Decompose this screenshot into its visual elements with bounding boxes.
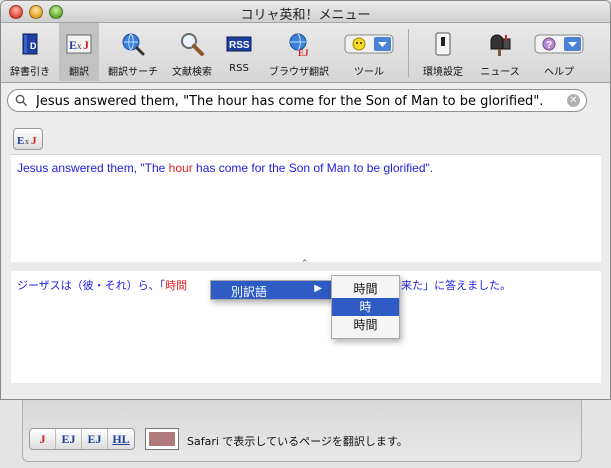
search-icon[interactable] [15,94,28,107]
svg-text:J: J [31,135,37,147]
submenu-item[interactable]: 時間 [332,316,399,334]
search-input[interactable] [36,92,556,110]
window-title: コリャ英和！メニュー [240,8,371,23]
toolbar-rss-button[interactable]: RSS RSS [219,23,259,81]
source-text-pane[interactable]: Jesus answered them, "The hour has come … [11,154,601,262]
svg-text:x: x [77,41,82,51]
translation-panel: E x J Jesus answered them, "The hour has… [9,124,602,392]
svg-text:E: E [69,38,77,52]
toolbar-separator [408,29,409,77]
toolbar-tools-button[interactable]: ツール [339,23,399,81]
svg-text:J: J [83,38,89,52]
pane-splitter[interactable]: ⌃ [11,259,601,271]
svg-text:E: E [17,135,24,147]
help-popup-icon: ? [534,34,584,54]
rss-icon: RSS [226,36,252,52]
search-field[interactable]: ✕ [7,89,587,112]
context-menu: 別訳語 ▶ [210,280,333,300]
context-menu-item-alternative[interactable]: 別訳語 ▶ [211,281,332,299]
globe-search-icon [122,33,145,56]
translation-highlight-word[interactable]: 時間 [165,279,187,292]
alternative-submenu: 時間 時 時間 [331,275,400,339]
smiley-popup-icon [344,34,394,54]
submenu-arrow-icon: ▶ [314,283,322,294]
bottom-area: J EJ EJ HL Safari で表示しているページを翻訳します。 [0,400,611,468]
svg-text:EJ: EJ [298,48,309,57]
submenu-item[interactable]: 時間 [332,280,399,298]
title-bar[interactable]: コリャ英和！メニュー [1,1,610,23]
ej-translate-icon: E x J [17,135,37,147]
clear-search-icon[interactable]: ✕ [567,94,580,107]
toolbar-news-button[interactable]: ニュース [473,23,527,81]
ej-translate-button[interactable]: E x J [13,128,43,150]
color-swatch[interactable] [145,428,179,450]
mode-segmented-control[interactable]: J EJ EJ HL [29,428,135,450]
source-highlight-word[interactable]: hour [169,161,193,175]
browser-translate-drawer: J EJ EJ HL Safari で表示しているページを翻訳します。 [22,400,582,462]
mailbox-icon [490,34,511,56]
toolbar: D 辞書引き E x J 翻訳 翻訳サーチ 文献検索 RSS RSS EJ ブラ… [1,23,610,83]
mode-ej-button[interactable]: EJ [56,429,82,449]
color-swatch-fill [149,432,175,446]
svg-text:RSS: RSS [229,40,250,51]
mode-j-button[interactable]: J [30,429,56,449]
toolbar-preferences-button[interactable]: 環境設定 [415,23,471,81]
mode-hl-button[interactable]: HL [108,429,134,449]
main-window: コリャ英和！メニュー D 辞書引き E x J 翻訳 翻訳サーチ 文献検索 RS… [0,0,611,400]
magnifier-icon [181,33,204,56]
status-text: Safari で表示しているページを翻訳します。 [187,435,408,448]
source-text[interactable]: Jesus answered them, "The hour has come … [17,161,433,175]
toolbar-help-button[interactable]: ? ヘルプ [529,23,589,81]
switch-icon [435,32,451,56]
svg-text:x: x [25,137,29,146]
toolbar-literature-search-button[interactable]: 文献検索 [167,23,217,81]
svg-text:D: D [30,41,37,51]
toolbar-translate-button[interactable]: E x J 翻訳 [59,23,99,81]
browser-translate-icon: EJ [289,33,309,57]
mode-ej-alt-button[interactable]: EJ [82,429,108,449]
dictionary-book-icon: D [22,33,38,55]
toolbar-dictionary-button[interactable]: D 辞書引き [3,23,57,81]
toolbar-translate-search-button[interactable]: 翻訳サーチ [101,23,165,81]
splitter-handle-icon[interactable]: ⌃ [301,259,309,269]
svg-text:?: ? [546,40,552,51]
toolbar-browser-translate-button[interactable]: EJ ブラウザ翻訳 [261,23,337,81]
ej-translate-icon: E x J [66,34,92,54]
submenu-item-selected[interactable]: 時 [332,298,399,316]
